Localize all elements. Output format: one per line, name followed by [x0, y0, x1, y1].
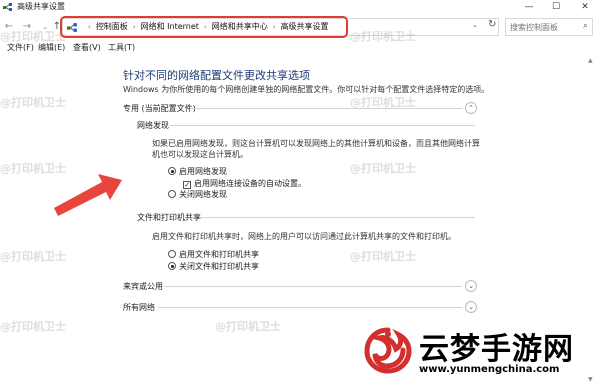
option-label: 关闭网络发现 [179, 190, 227, 199]
option-label: 启用网络发现 [179, 167, 227, 176]
private-profile-heading: 专用 (当前配置文件) [123, 104, 196, 113]
network-discovery-heading: 网络发现 [137, 121, 169, 130]
divider [158, 307, 462, 308]
title-bar: 高级共享设置 — ☐ ✕ [0, 0, 600, 14]
all-networks-heading: 所有网络 [123, 303, 155, 312]
maximize-button[interactable]: ☐ [545, 0, 567, 14]
option-label: 启用文件和打印机共享 [179, 250, 259, 259]
file-printer-sharing-heading: 文件和打印机共享 [137, 213, 201, 222]
watermark: @打印机卫士 [215, 320, 281, 333]
divider [190, 108, 462, 109]
watermark: @打印机卫士 [350, 96, 416, 109]
scroll-up-arrow-icon[interactable]: ▲ [588, 57, 593, 64]
network-discovery-description: 如果已启用网络发现，则这台计算机可以发现网络上的其他计算机和设备，而且其他网络计… [152, 139, 480, 159]
radio-button[interactable] [168, 250, 176, 258]
radio-button[interactable] [168, 262, 176, 270]
watermark: @打印机卫士 [0, 250, 66, 263]
watermark: @打印机卫士 [0, 320, 66, 333]
option-enable-discovery[interactable]: 启用网络发现 [168, 166, 227, 177]
option-label: 关闭文件和打印机共享 [179, 262, 259, 271]
divider [199, 217, 475, 218]
menu-bar: 文件(F) 编辑(E) 查看(V) 工具(T) [0, 40, 600, 54]
close-button[interactable]: ✕ [574, 0, 596, 14]
address-highlight-annotation [60, 16, 348, 38]
watermark: @打印机卫士 [350, 162, 416, 175]
divider [170, 125, 475, 126]
divider [164, 286, 462, 287]
watermark: @打印机卫士 [350, 250, 416, 263]
brand-watermark: 云梦手游网 www.yunmengchina.com [355, 320, 600, 385]
annotation-arrow-icon [54, 174, 122, 216]
watermark: @打印机卫士 [0, 96, 66, 109]
page-description: Windows 为你所使用的每个网络创建单独的网络配置文件。你可以针对每个配置文… [123, 85, 490, 94]
option-disable-sharing[interactable]: 关闭文件和打印机共享 [168, 261, 259, 272]
expand-icon[interactable]: ⌄ [465, 280, 477, 292]
option-label: 启用网络连接设备的自动设置。 [194, 179, 306, 188]
brand-logo-icon [364, 327, 412, 374]
radio-button[interactable] [168, 167, 176, 175]
minimize-button[interactable]: — [518, 0, 540, 14]
option-auto-setup[interactable]: ✓ 启用网络连接设备的自动设置。 [183, 178, 306, 189]
page-title: 针对不同的网络配置文件更改共享选项 [123, 69, 310, 82]
search-input[interactable] [506, 19, 576, 35]
search-icon[interactable]: ⌕ [583, 21, 588, 31]
watermark: @打印机卫士 [350, 30, 416, 43]
file-printer-sharing-description: 启用文件和打印机共享时，网络上的用户可以访问通过此计算机共享的文件和打印机。 [152, 232, 456, 241]
address-dropdown-icon[interactable]: ⌄ [472, 21, 478, 29]
network-app-icon [3, 3, 12, 11]
option-disable-discovery[interactable]: 关闭网络发现 [168, 189, 227, 200]
refresh-icon[interactable]: ↻ [488, 19, 496, 30]
option-enable-sharing[interactable]: 启用文件和打印机共享 [168, 249, 259, 260]
brand-url: www.yunmengchina.com [419, 364, 560, 375]
radio-button[interactable] [168, 190, 176, 198]
menu-view[interactable]: 查看(V) [73, 42, 101, 53]
guest-profile-heading: 来宾或公用 [123, 282, 163, 291]
expand-icon[interactable]: ⌄ [465, 301, 477, 313]
menu-tools[interactable]: 工具(T) [108, 42, 135, 53]
window-title: 高级共享设置 [17, 2, 65, 11]
search-box[interactable]: ⌕ [505, 18, 593, 36]
watermark: @打印机卫士 [0, 30, 66, 43]
checkbox-checked-icon[interactable]: ✓ [183, 181, 191, 189]
collapse-icon[interactable]: ⌃ [465, 102, 477, 114]
brand-name: 云梦手游网 [419, 332, 574, 367]
